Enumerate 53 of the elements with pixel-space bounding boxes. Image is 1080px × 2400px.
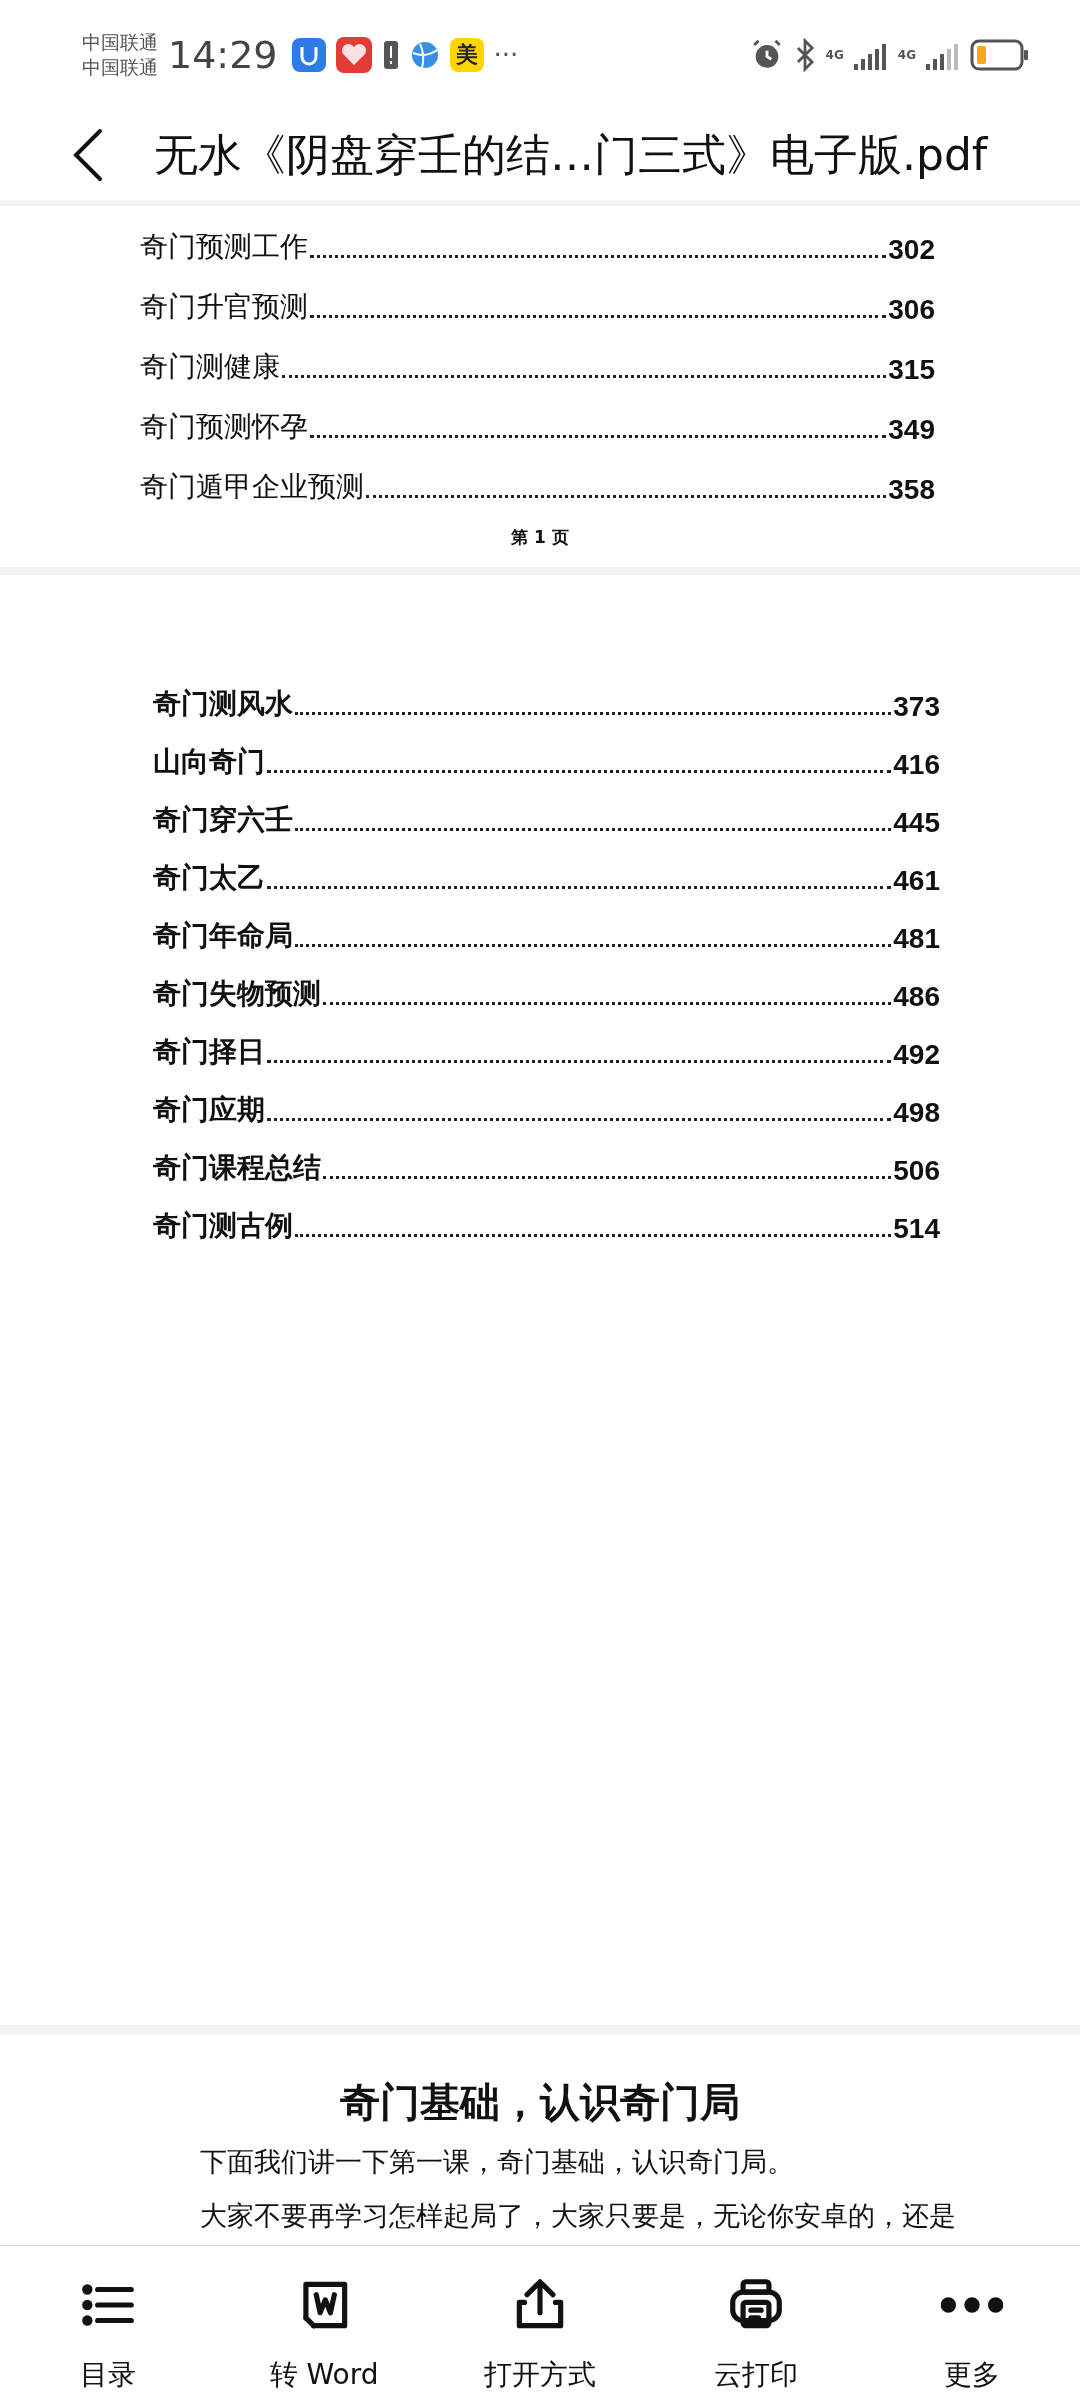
- app-notification-icon: [335, 37, 372, 73]
- toc-entry[interactable]: 奇门测古例: [153, 1207, 293, 1245]
- app-notification-icon: 美: [449, 38, 484, 72]
- toc-entry[interactable]: 奇门应期: [153, 1091, 265, 1129]
- app-notification-icon: [291, 38, 326, 72]
- page-number: 445: [893, 807, 940, 839]
- body-text: 大家不要再学习怎样起局了，大家只要是，无论你安卓的，还是: [200, 2199, 957, 2233]
- page-number: 315: [888, 354, 935, 386]
- battery-icon: [970, 39, 1030, 71]
- body-text: 下面我们讲一下第一课，奇门基础，认识奇门局。: [200, 2145, 795, 2179]
- toolbar-button[interactable]: 打开方式: [432, 2246, 648, 2400]
- document-title: 无水《阴盘穿壬的结…门三式》电子版.pdf: [154, 127, 988, 182]
- page-number: 349: [888, 414, 935, 446]
- page-number: 514: [893, 1213, 940, 1245]
- page-number: 358: [888, 474, 935, 506]
- toc-entry[interactable]: 奇门课程总结: [153, 1149, 321, 1187]
- toc-entry[interactable]: 奇门预测工作: [140, 228, 308, 266]
- toc-entry[interactable]: 奇门测健康: [140, 348, 280, 386]
- toc-entry[interactable]: 山向奇门: [153, 743, 265, 781]
- page-number: 416: [893, 749, 940, 781]
- network-type: 4G: [825, 48, 844, 62]
- page-number: 461: [893, 865, 940, 897]
- page-number: 506: [893, 1155, 940, 1187]
- toolbar-button[interactable]: 更多: [864, 2246, 1080, 2400]
- toc-entry[interactable]: 奇门遁甲企业预测: [140, 468, 364, 506]
- page-number: 302: [888, 234, 935, 266]
- network-type: 4G: [897, 48, 916, 62]
- more-icon: [941, 2297, 1003, 2313]
- toc-entry[interactable]: 奇门太乙: [153, 859, 265, 897]
- more-notifications: ···: [493, 40, 519, 70]
- toc-entry[interactable]: 奇门年命局: [153, 917, 293, 955]
- toc-entry[interactable]: 奇门择日: [153, 1033, 265, 1071]
- clock: 14:29: [168, 33, 278, 77]
- page-number: 481: [893, 923, 940, 955]
- carrier-name: 中国联通: [82, 55, 158, 80]
- globe-icon: [409, 40, 440, 70]
- page-label: 第 1 页: [511, 526, 569, 549]
- toolbar-button[interactable]: 云打印: [648, 2246, 864, 2400]
- toc-entry[interactable]: 奇门测风水: [153, 685, 293, 723]
- page-number: 498: [893, 1097, 940, 1129]
- toc-entry[interactable]: 奇门穿六壬: [153, 801, 293, 839]
- page-number: 486: [893, 981, 940, 1013]
- battery-alert-icon: [381, 38, 400, 72]
- page-heading: 奇门基础，认识奇门局: [340, 2078, 740, 2127]
- toolbar-button[interactable]: 目录: [0, 2246, 216, 2400]
- page-number: 373: [893, 691, 940, 723]
- toc-entry[interactable]: 奇门升官预测: [140, 288, 308, 326]
- page-number: 492: [893, 1039, 940, 1071]
- carrier-name: 中国联通: [82, 30, 158, 55]
- toc-entry[interactable]: 奇门预测怀孕: [140, 408, 308, 446]
- page-number: 306: [888, 294, 935, 326]
- toolbar-button[interactable]: 转 Word: [216, 2246, 432, 2400]
- toc-entry[interactable]: 奇门失物预测: [153, 975, 321, 1013]
